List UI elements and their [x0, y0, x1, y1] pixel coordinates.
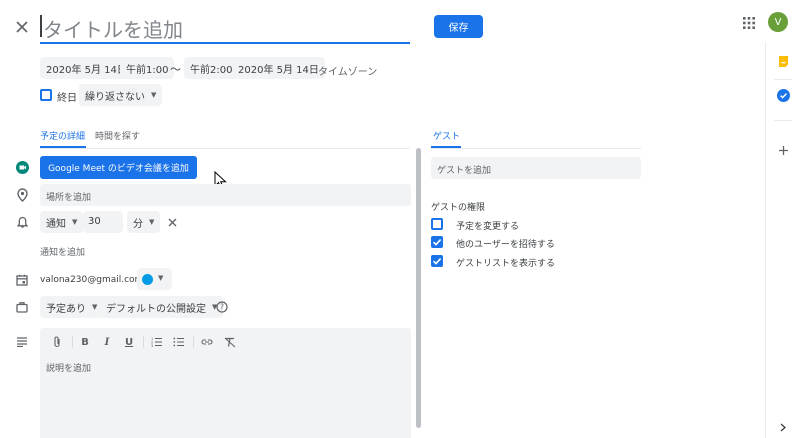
chevron-down-icon: ▼ [151, 91, 157, 99]
calendar-color-dot [142, 274, 153, 285]
tabs-divider [40, 148, 410, 149]
end-date: 2020年 5月 14日 [238, 64, 319, 76]
permission-checkbox-see-list[interactable] [431, 255, 443, 267]
visibility: デフォルトの公開設定 [106, 303, 206, 315]
title-placeholder: タイトルを追加 [43, 18, 183, 42]
permission-label: 予定を変更する [456, 222, 520, 232]
bold-icon[interactable]: B [78, 335, 92, 349]
visibility-dropdown[interactable]: デフォルトの公開設定 ▼ [100, 296, 224, 318]
briefcase-icon [14, 299, 30, 315]
add-guest-placeholder: ゲストを追加 [437, 166, 492, 176]
bullet-list-icon[interactable] [172, 335, 186, 349]
underline-icon[interactable]: U [122, 335, 136, 349]
plus-icon[interactable] [776, 143, 790, 157]
guests-divider [431, 148, 641, 149]
availability-dropdown[interactable]: 予定あり ▼ [40, 296, 104, 318]
close-icon[interactable] [14, 19, 30, 35]
avatar[interactable]: V [768, 12, 788, 32]
chevron-right-icon[interactable] [776, 420, 790, 434]
add-guest-input[interactable]: ゲストを追加 [431, 157, 641, 179]
tasks-icon[interactable] [776, 88, 790, 102]
time-separator: 〜 [170, 63, 181, 76]
end-time-chip[interactable]: 午前2:00 [184, 57, 239, 79]
start-time-chip[interactable]: 午前1:00 [120, 57, 175, 79]
notify-unit-dropdown[interactable]: 分 ▼ [127, 211, 161, 233]
clear-format-icon[interactable] [223, 335, 237, 349]
location-input[interactable]: 場所を追加 [40, 184, 411, 206]
notify-value: 30 [88, 216, 101, 227]
bell-icon [14, 214, 30, 230]
permission-checkbox-invite[interactable] [431, 236, 443, 248]
notify-type-dropdown[interactable]: 通知 ▼ [40, 211, 84, 233]
side-divider [774, 120, 792, 121]
apps-grid-icon[interactable] [740, 14, 758, 32]
description-placeholder: 説明を追加 [46, 364, 92, 374]
start-time: 午前1:00 [126, 64, 169, 76]
calendar-color-dropdown[interactable]: ▼ [137, 268, 172, 290]
italic-icon[interactable]: I [100, 335, 114, 349]
side-divider [774, 79, 792, 80]
end-date-chip[interactable]: 2020年 5月 14日 [232, 57, 325, 79]
location-icon [14, 187, 30, 203]
chevron-down-icon: ▼ [92, 303, 98, 311]
toolbar-divider [72, 336, 73, 348]
toolbar-divider [193, 336, 194, 348]
location-placeholder: 場所を追加 [46, 193, 92, 203]
link-icon[interactable] [200, 335, 214, 349]
attach-icon[interactable] [50, 335, 64, 349]
calendar-owner: valona230@gmail.com [40, 275, 144, 285]
keep-icon[interactable] [776, 54, 790, 68]
save-button[interactable]: 保存 [434, 15, 483, 38]
notify-value-input[interactable]: 30 [83, 211, 123, 233]
meet-icon [14, 159, 30, 175]
repeat-dropdown[interactable]: 繰り返さない ▼ [79, 84, 163, 106]
all-day-checkbox[interactable] [40, 89, 52, 101]
start-date-chip[interactable]: 2020年 5月 14日 [40, 57, 133, 79]
details-scrollbar[interactable] [416, 148, 421, 428]
side-panel [765, 42, 800, 438]
notify-type: 通知 [46, 218, 66, 230]
close-icon[interactable] [164, 214, 180, 230]
end-time: 午前2:00 [190, 64, 233, 76]
numbered-list-icon[interactable]: 123 [150, 335, 164, 349]
permission-label: ゲストリストを表示する [456, 259, 556, 269]
permission-label: 他のユーザーを招待する [456, 240, 555, 250]
tab-find-time[interactable]: 時間を探す [95, 129, 140, 142]
formatting-toolbar: B I U 123 [40, 328, 411, 356]
guest-permissions-title: ゲストの権限 [431, 203, 486, 213]
permission-checkbox-modify[interactable] [431, 218, 443, 230]
description-editor[interactable]: B I U 123 説明を追加 [40, 328, 411, 438]
calendar-icon [14, 272, 30, 288]
save-label: 保存 [448, 23, 469, 34]
tab-guests[interactable]: ゲスト [433, 129, 460, 142]
meet-button-label: Google Meet のビデオ会議を追加 [48, 164, 189, 174]
add-notification-link[interactable]: 通知を追加 [40, 245, 85, 258]
toolbar-divider [143, 336, 144, 348]
start-date: 2020年 5月 14日 [46, 64, 127, 76]
title-input[interactable]: タイトルを追加 [40, 12, 410, 44]
chevron-down-icon: ▼ [72, 218, 78, 226]
repeat-value: 繰り返さない [85, 91, 145, 103]
notify-unit: 分 [133, 218, 143, 230]
tab-details[interactable]: 予定の詳細 [40, 129, 85, 142]
chevron-down-icon: ▼ [158, 274, 164, 282]
timezone-link[interactable]: タイムゾーン [318, 63, 377, 78]
availability: 予定あり [46, 303, 86, 315]
svg-text:3: 3 [151, 344, 153, 347]
description-icon [14, 334, 30, 350]
help-icon[interactable]: ? [214, 299, 230, 315]
chevron-down-icon: ▼ [149, 218, 155, 226]
meet-button[interactable]: Google Meet のビデオ会議を追加 [40, 156, 197, 179]
avatar-letter: V [774, 16, 782, 28]
all-day-label: 終日 [57, 93, 77, 104]
svg-text:?: ? [220, 303, 224, 312]
